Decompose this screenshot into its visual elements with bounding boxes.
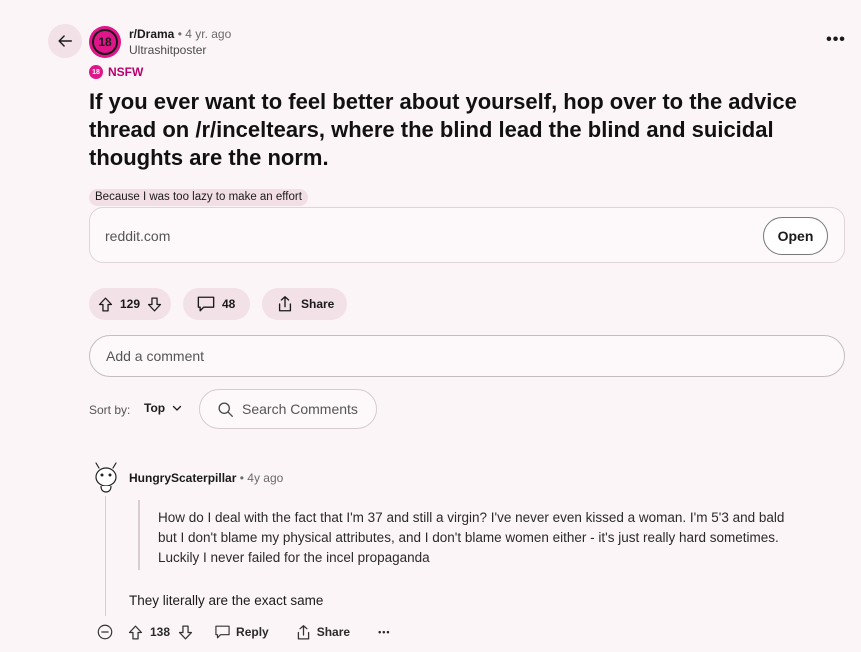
chevron-down-icon xyxy=(172,405,182,411)
back-button[interactable] xyxy=(48,24,82,58)
subreddit-link[interactable]: r/Drama xyxy=(129,27,174,41)
comment-author[interactable]: HungryScaterpillar xyxy=(129,471,236,485)
search-comments-placeholder: Search Comments xyxy=(242,401,358,417)
nsfw-tag: 18 NSFW xyxy=(89,65,143,79)
upvote-button[interactable] xyxy=(97,296,114,313)
comment-share-label: Share xyxy=(316,625,351,639)
nsfw-icon: 18 xyxy=(89,65,103,79)
open-link-button[interactable]: Open xyxy=(763,217,828,255)
comment-actions: 138 Reply Share ••• xyxy=(96,621,391,643)
reply-button[interactable]: Reply xyxy=(214,624,269,640)
downvote-icon xyxy=(178,624,193,640)
comment-age: 4y ago xyxy=(247,471,284,485)
post-score: 129 xyxy=(120,297,141,311)
subreddit-avatar-text: 18 xyxy=(92,29,118,55)
post-meta: r/Drama • 4 yr. ago xyxy=(129,27,231,41)
meta-separator: • xyxy=(177,27,182,41)
post-age: 4 yr. ago xyxy=(185,27,232,41)
sort-value: Top xyxy=(144,401,166,415)
more-options-button[interactable]: ••• xyxy=(822,28,850,52)
post-flair[interactable]: Because I was too lazy to make an effort xyxy=(89,189,308,206)
post-title: If you ever want to feel better about yo… xyxy=(89,89,797,170)
comment-quote: How do I deal with the fact that I'm 37 … xyxy=(138,500,828,570)
comment-count: 48 xyxy=(222,297,236,311)
quote-line: Luckily I never failed for the incel pro… xyxy=(158,550,430,565)
comment-meta: HungryScaterpillar • 4y ago xyxy=(129,471,283,485)
comments-button[interactable]: 48 xyxy=(183,288,250,320)
collapse-icon xyxy=(97,624,113,640)
user-avatar[interactable] xyxy=(92,460,120,494)
upvote-icon xyxy=(98,296,113,312)
sort-dropdown[interactable]: Top xyxy=(144,401,182,415)
comment-body: They literally are the exact same xyxy=(129,593,324,608)
sort-by-label: Sort by: xyxy=(89,403,131,417)
subreddit-avatar[interactable]: 18 xyxy=(89,26,121,58)
collapse-thread-button[interactable] xyxy=(96,623,114,641)
vote-pill: 129 xyxy=(89,288,171,320)
link-domain: reddit.com xyxy=(105,228,171,244)
downvote-button[interactable] xyxy=(146,296,163,313)
comment-icon xyxy=(215,625,230,639)
thread-line[interactable] xyxy=(105,496,106,616)
comment-upvote-button[interactable] xyxy=(127,624,144,641)
share-label: Share xyxy=(301,297,335,311)
downvote-icon xyxy=(147,296,162,312)
search-comments-input[interactable]: Search Comments xyxy=(199,389,377,429)
comment-share-button[interactable]: Share xyxy=(295,624,350,641)
post-author[interactable]: Ultrashitposter xyxy=(129,43,206,57)
nsfw-label: NSFW xyxy=(108,65,144,79)
comment-score: 138 xyxy=(150,625,171,639)
search-icon xyxy=(218,401,233,417)
arrow-left-icon xyxy=(58,35,73,47)
comment-icon xyxy=(197,296,215,312)
link-card[interactable]: reddit.com Open xyxy=(89,207,845,263)
comment-more-button[interactable]: ••• xyxy=(378,627,390,637)
quote-line: but I don't blame my physical attributes… xyxy=(158,530,779,545)
share-icon xyxy=(278,296,292,312)
comment-downvote-button[interactable] xyxy=(177,624,194,641)
share-button[interactable]: Share xyxy=(262,288,347,320)
add-comment-input[interactable]: Add a comment xyxy=(89,335,845,377)
quote-line: How do I deal with the fact that I'm 37 … xyxy=(158,510,785,525)
upvote-icon xyxy=(128,624,143,640)
reply-label: Reply xyxy=(236,625,269,639)
share-icon xyxy=(297,624,309,640)
post-page: 18 r/Drama • 4 yr. ago Ultrashitposter •… xyxy=(0,0,861,652)
comment-meta-separator: • xyxy=(239,471,244,485)
